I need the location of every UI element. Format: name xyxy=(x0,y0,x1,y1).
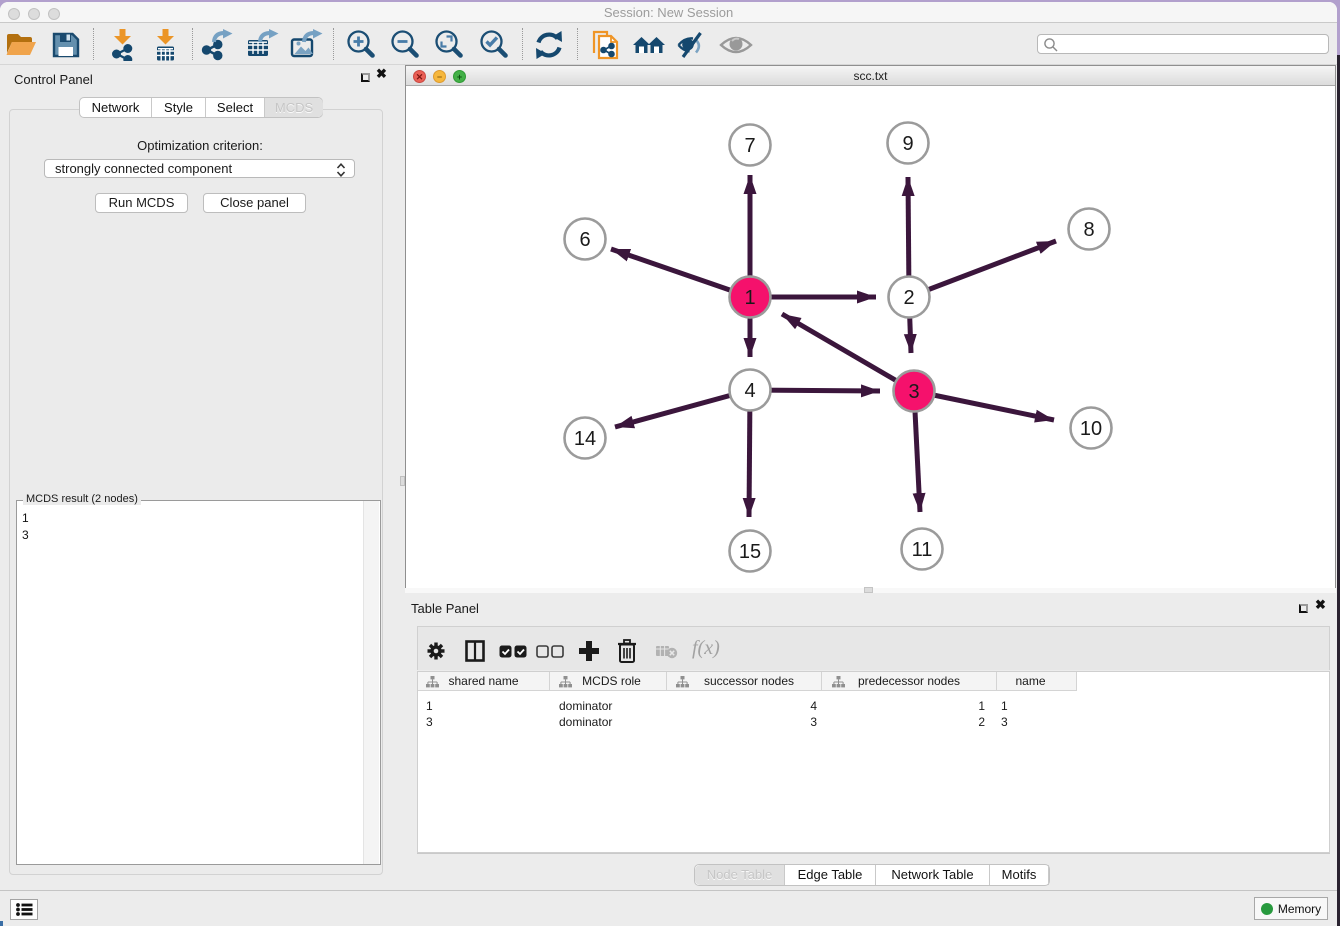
svg-text:14: 14 xyxy=(574,428,596,450)
svg-text:2: 2 xyxy=(903,287,914,309)
svg-text:9: 9 xyxy=(902,133,913,155)
svg-text:8: 8 xyxy=(1083,219,1094,241)
svg-text:4: 4 xyxy=(744,380,755,402)
svg-text:6: 6 xyxy=(579,229,590,251)
svg-text:1: 1 xyxy=(744,287,755,309)
svg-text:10: 10 xyxy=(1080,418,1102,440)
svg-text:15: 15 xyxy=(739,541,761,563)
svg-text:11: 11 xyxy=(912,539,933,561)
svg-text:3: 3 xyxy=(908,381,919,403)
svg-text:7: 7 xyxy=(744,135,755,157)
